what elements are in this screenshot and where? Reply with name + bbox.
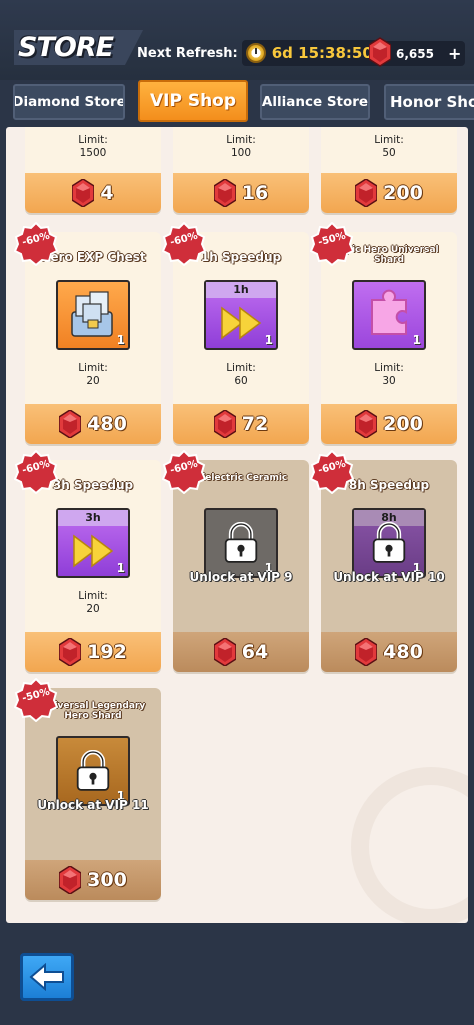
gem-icon xyxy=(59,410,81,438)
price: 16 xyxy=(241,182,269,204)
limit-value: 60 xyxy=(234,375,248,387)
shop-item-card[interactable]: Limit: 1500 4 xyxy=(25,127,161,213)
limit-value: 50 xyxy=(382,147,396,159)
price: 192 xyxy=(87,641,127,663)
unlock-requirement: Unlock at VIP 10 xyxy=(333,570,445,584)
gem-icon xyxy=(72,179,94,207)
back-arrow-icon xyxy=(29,963,64,991)
buy-button[interactable]: 480 xyxy=(25,404,161,444)
discount-text: -60% xyxy=(169,458,199,477)
discount-text: -60% xyxy=(21,230,51,249)
buy-button[interactable]: 200 xyxy=(321,173,457,213)
limit-value: 20 xyxy=(86,375,100,387)
price: 200 xyxy=(383,413,423,435)
limit-value: 20 xyxy=(86,603,100,615)
item-quantity: 1 xyxy=(116,333,125,347)
tab-alliance-store[interactable]: Alliance Store xyxy=(260,84,370,120)
duration-banner: 3h xyxy=(58,510,128,526)
vip-shop-panel: Limit: 1500 4 Limit: 100 16 Limit: 50 20… xyxy=(6,127,468,923)
gem-icon xyxy=(59,866,81,894)
back-button[interactable] xyxy=(20,953,74,1001)
price: 300 xyxy=(87,869,127,891)
speedup-icon: 1h 1 xyxy=(204,280,278,350)
lock-overlay: Unlock at VIP 9 xyxy=(173,522,309,584)
store-title: STORE xyxy=(14,30,144,65)
limit-label: Limit: xyxy=(226,362,256,374)
limit-label: Limit: xyxy=(226,134,256,146)
buy-button[interactable]: 72 xyxy=(173,404,309,444)
clock-icon xyxy=(245,43,266,63)
limit-label: Limit: xyxy=(374,134,404,146)
price: 72 xyxy=(241,413,269,435)
tab-honor-shop[interactable]: Honor Sho xyxy=(384,84,474,120)
limit-value: 30 xyxy=(382,375,396,387)
gem-icon xyxy=(214,179,236,207)
puzzle-shard-icon: 1 xyxy=(352,280,426,350)
hero-exp-chest-icon: 1 xyxy=(56,280,130,350)
gem-icon xyxy=(214,638,236,666)
price: 4 xyxy=(100,182,114,204)
limit-label: Limit: xyxy=(78,134,108,146)
gem-icon xyxy=(355,638,377,666)
gem-icon xyxy=(59,638,81,666)
lock-icon xyxy=(75,750,111,792)
tab-diamond-store[interactable]: Diamond Store xyxy=(13,84,125,120)
watermark-emblem xyxy=(351,767,468,923)
discount-text: -60% xyxy=(21,458,51,477)
gem-icon xyxy=(355,410,377,438)
next-refresh-label: Next Refresh: xyxy=(137,45,238,61)
buy-button[interactable]: 480 xyxy=(321,632,457,672)
gem-balance-value: 6,655 xyxy=(396,46,434,61)
item-quantity: 1 xyxy=(264,333,273,347)
discount-text: -50% xyxy=(317,230,347,249)
discount-text: -60% xyxy=(317,458,347,477)
gem-icon xyxy=(369,37,391,67)
limit-label: Limit: xyxy=(78,590,108,602)
limit-value: 1500 xyxy=(79,147,107,159)
limit-value: 100 xyxy=(230,147,252,159)
item-quantity: 1 xyxy=(116,561,125,575)
price: 64 xyxy=(241,641,269,663)
buy-button[interactable]: 4 xyxy=(25,173,161,213)
lock-overlay: Unlock at VIP 10 xyxy=(321,522,457,584)
lock-icon xyxy=(223,522,259,564)
top-bar: STORE Next Refresh: 6d 15:38:50 6,655 + xyxy=(0,0,474,80)
lock-icon xyxy=(371,522,407,564)
price: 480 xyxy=(383,641,423,663)
lock-overlay: Unlock at VIP 11 xyxy=(25,750,161,812)
gem-balance[interactable]: 6,655 + xyxy=(371,41,465,66)
discount-text: -50% xyxy=(21,686,51,705)
add-gems-plus-icon[interactable]: + xyxy=(448,44,461,63)
refresh-timer: 6d 15:38:50 xyxy=(241,40,381,66)
tab-vip-shop[interactable]: VIP Shop xyxy=(138,80,248,122)
price: 200 xyxy=(383,182,423,204)
store-tabs: Diamond Store VIP Shop Alliance Store Ho… xyxy=(0,80,474,130)
buy-button[interactable]: 16 xyxy=(173,173,309,213)
buy-button[interactable]: 64 xyxy=(173,632,309,672)
limit-label: Limit: xyxy=(374,362,404,374)
shop-item-card[interactable]: Limit: 50 200 xyxy=(321,127,457,213)
shop-item-card[interactable]: Limit: 100 16 xyxy=(173,127,309,213)
price: 480 xyxy=(87,413,127,435)
buy-button[interactable]: 200 xyxy=(321,404,457,444)
gem-icon xyxy=(355,179,377,207)
limit-label: Limit: xyxy=(78,362,108,374)
unlock-requirement: Unlock at VIP 9 xyxy=(189,570,293,584)
speedup-icon: 3h 1 xyxy=(56,508,130,578)
buy-button[interactable]: 192 xyxy=(25,632,161,672)
item-quantity: 1 xyxy=(412,333,421,347)
refresh-time: 6d 15:38:50 xyxy=(271,44,373,62)
next-refresh: Next Refresh: 6d 15:38:50 xyxy=(137,40,381,66)
unlock-requirement: Unlock at VIP 11 xyxy=(37,798,149,812)
discount-text: -60% xyxy=(169,230,199,249)
buy-button[interactable]: 300 xyxy=(25,860,161,900)
duration-banner: 1h xyxy=(206,282,276,298)
gem-icon xyxy=(214,410,236,438)
